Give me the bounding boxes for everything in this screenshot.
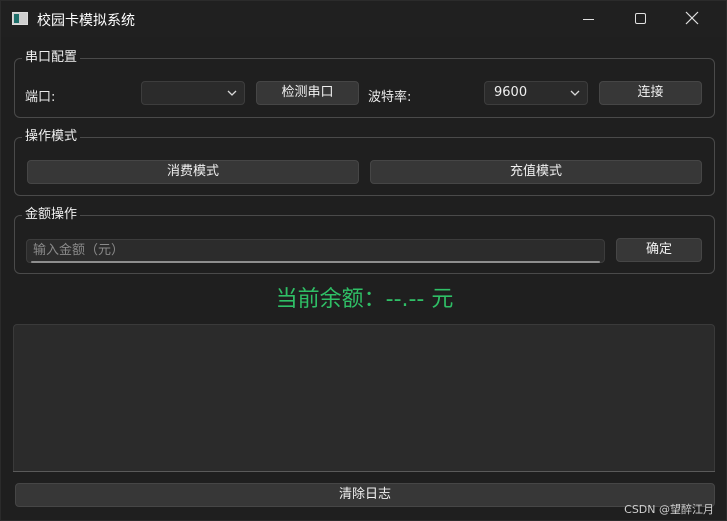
port-select[interactable] <box>141 81 245 105</box>
operation-mode-group: 操作模式 消费模式 充值模式 <box>14 129 715 196</box>
serial-config-group: 串口配置 端口: 检测串口 波特率: 9600 连接 <box>14 50 715 118</box>
input-focus-underline <box>31 261 600 263</box>
maximize-button[interactable] <box>615 1 665 37</box>
close-icon <box>685 11 699 25</box>
chevron-down-icon <box>570 90 580 96</box>
baud-rate-select[interactable]: 9600 <box>484 81 588 105</box>
close-button[interactable] <box>667 1 717 37</box>
confirm-button[interactable]: 确定 <box>616 238 702 262</box>
amount-operation-title: 金额操作 <box>22 207 81 223</box>
amount-input-placeholder: 输入金额（元） <box>33 243 125 258</box>
amount-input[interactable]: 输入金额（元） <box>26 239 605 263</box>
chevron-down-icon <box>227 90 237 96</box>
minimize-button[interactable] <box>564 1 614 37</box>
detect-port-button[interactable]: 检测串口 <box>256 81 359 105</box>
app-icon <box>12 12 28 25</box>
current-balance: 当前余额：--.-- 元 <box>275 287 454 312</box>
minimize-icon <box>583 19 594 20</box>
operation-mode-title: 操作模式 <box>22 129 81 145</box>
clear-log-button[interactable]: 清除日志 <box>15 483 715 507</box>
app-window: 校园卡模拟系统 串口配置 端口: 检测串口 波特率: 9600 连接 操作模式 … <box>0 0 727 521</box>
baud-rate-label: 波特率: <box>368 90 412 105</box>
amount-operation-group: 金额操作 输入金额（元） 确定 <box>14 207 715 274</box>
serial-config-title: 串口配置 <box>22 50 81 66</box>
window-title: 校园卡模拟系统 <box>37 13 135 29</box>
consume-mode-button[interactable]: 消费模式 <box>27 160 359 184</box>
log-divider <box>13 471 715 472</box>
log-text-area[interactable] <box>13 324 715 472</box>
maximize-icon <box>635 13 646 24</box>
recharge-mode-button[interactable]: 充值模式 <box>370 160 702 184</box>
title-bar[interactable]: 校园卡模拟系统 <box>1 1 726 37</box>
connect-button[interactable]: 连接 <box>599 81 702 105</box>
watermark: CSDN @望醉江月 <box>624 503 714 516</box>
port-label: 端口: <box>25 90 56 105</box>
baud-rate-value: 9600 <box>494 85 528 100</box>
